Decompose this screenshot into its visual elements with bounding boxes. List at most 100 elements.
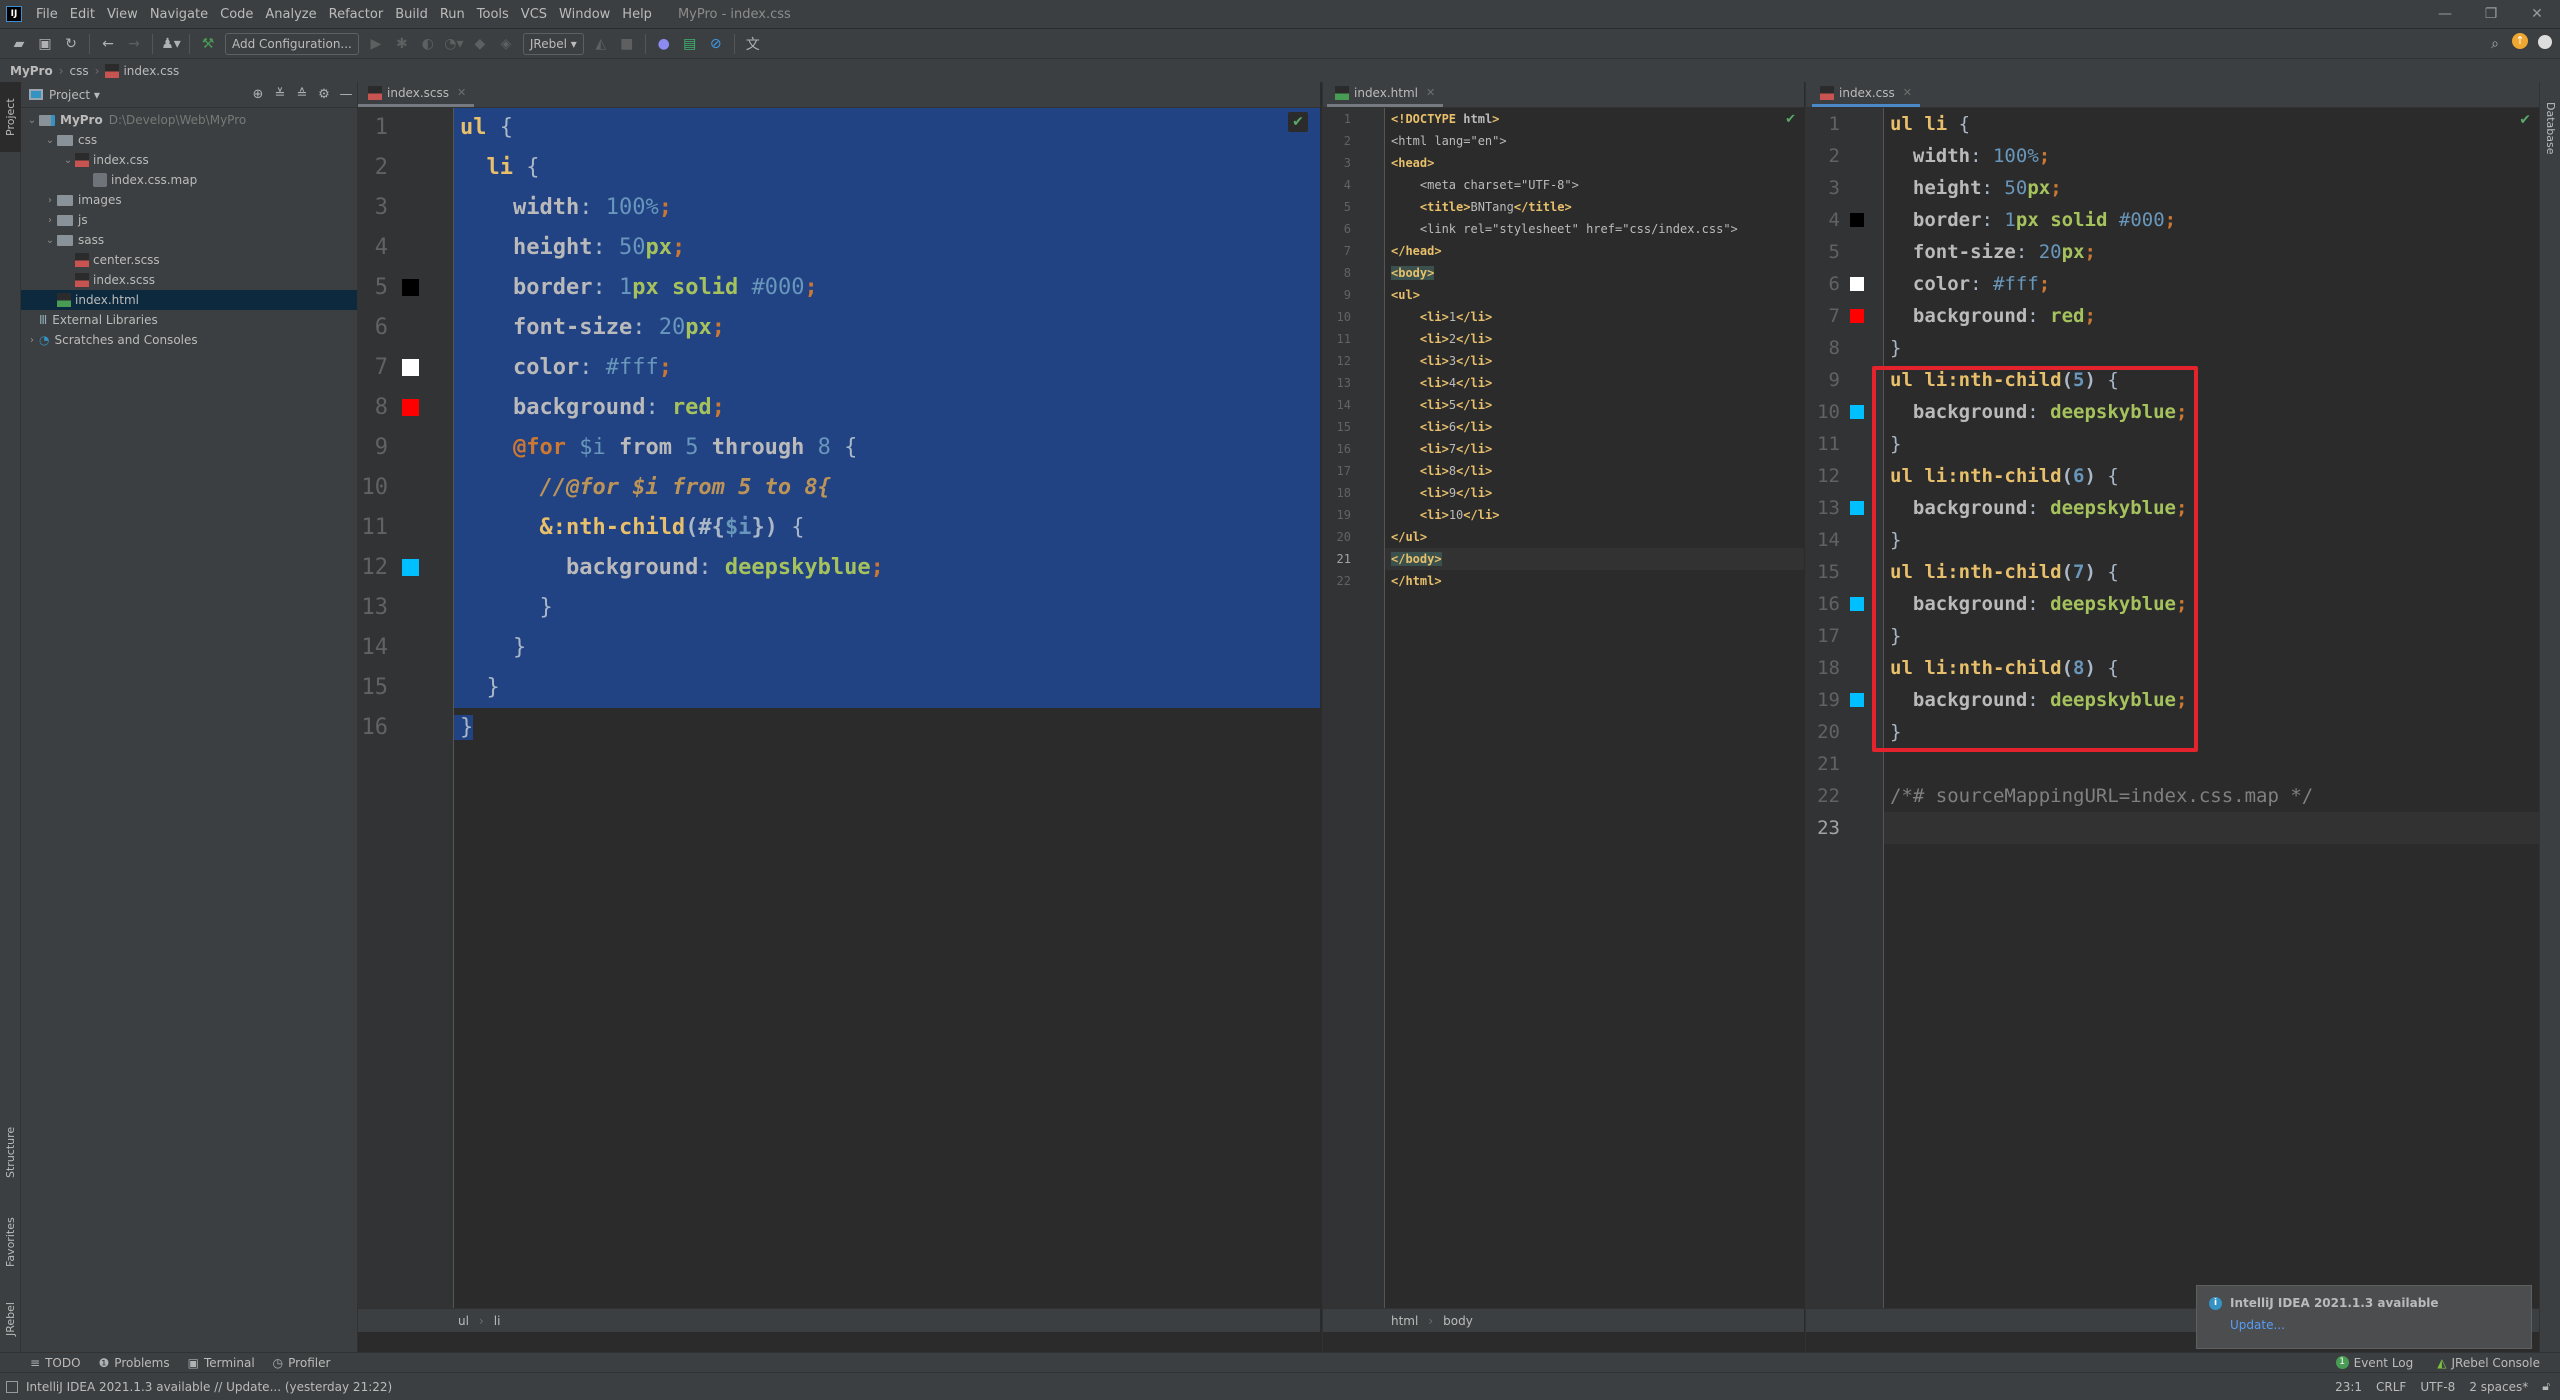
toggle-tool-windows-icon[interactable]	[6, 1380, 18, 1393]
breadcrumb-folder[interactable]: css	[70, 64, 89, 78]
color-swatch-icon[interactable]	[1850, 693, 1864, 707]
menu-view[interactable]: View	[101, 7, 144, 22]
add-configuration-button[interactable]: Add Configuration...	[225, 32, 359, 55]
color-swatch-icon[interactable]	[1850, 501, 1864, 515]
profile-icon[interactable]: ◔▾	[443, 33, 465, 55]
tree-item[interactable]: ⌄ index.css	[21, 150, 357, 170]
caret-position[interactable]: 23:1	[2335, 1380, 2362, 1394]
update-icon[interactable]: ↑	[2512, 33, 2528, 49]
menu-help[interactable]: Help	[616, 7, 658, 22]
eclipse-icon[interactable]: ●	[653, 33, 675, 55]
menu-edit[interactable]: Edit	[64, 7, 101, 22]
color-swatch-icon[interactable]	[402, 559, 419, 576]
tree-item[interactable]: index.css.map	[21, 170, 357, 190]
crumb-ul[interactable]: ul	[458, 1314, 469, 1328]
close-tab-icon[interactable]: ✕	[1426, 86, 1435, 99]
favorites-tool-tab[interactable]: Favorites	[0, 1202, 21, 1282]
jrebel-tool-tab[interactable]: JRebel	[0, 1287, 21, 1352]
jrebel-console-tab[interactable]: JRebel Console	[2451, 1356, 2540, 1370]
run-icon[interactable]: ▶	[365, 33, 387, 55]
color-swatch-icon[interactable]	[402, 359, 419, 376]
menu-tools[interactable]: Tools	[471, 7, 515, 22]
menu-analyze[interactable]: Analyze	[259, 7, 322, 22]
hide-icon[interactable]: —	[335, 87, 357, 102]
css-code-area[interactable]: 1 ul li {2 width: 100%; 3 height: 50px; 4 b…	[1817, 108, 2539, 1308]
tool-tab-problems[interactable]: ❶ Problems	[99, 1356, 170, 1370]
color-swatch-icon[interactable]	[1850, 597, 1864, 611]
jrebel-debug-icon[interactable]: ◈	[495, 33, 517, 55]
save-icon[interactable]: ▣	[34, 33, 56, 55]
tree-item[interactable]: › ◔ Scratches and Consoles	[21, 330, 357, 350]
tree-item[interactable]: center.scss	[21, 250, 357, 270]
indent-setting[interactable]: 2 spaces*	[2469, 1380, 2528, 1394]
jrebel-run-icon[interactable]: ◆	[469, 33, 491, 55]
restore-button[interactable]: ❐	[2468, 0, 2514, 28]
tree-item[interactable]: › images	[21, 190, 357, 210]
tab-index-html[interactable]: index.html ✕	[1327, 81, 1444, 107]
color-swatch-icon[interactable]	[402, 279, 419, 296]
database-tool-tab[interactable]: Database	[2540, 88, 2560, 168]
status-message[interactable]: IntelliJ IDEA 2021.1.3 available // Upda…	[26, 1380, 392, 1394]
menu-build[interactable]: Build	[389, 7, 434, 22]
user-icon[interactable]: ♟▾	[160, 33, 182, 55]
tree-item[interactable]: ⌄ MyPro D:\Develop\Web\MyPro	[21, 110, 357, 130]
tool-tab-profiler[interactable]: ◷ Profiler	[273, 1356, 331, 1370]
jrebel-rocket-icon[interactable]: ◭	[590, 33, 612, 55]
tree-item[interactable]: ⌄ css	[21, 130, 357, 150]
chevron-down-icon[interactable]: ⌄	[61, 155, 75, 166]
expand-all-icon[interactable]: ≚	[269, 87, 291, 102]
inspection-ok-icon[interactable]: ✔	[1785, 112, 1796, 127]
event-log-tab[interactable]: Event Log	[2354, 1356, 2414, 1370]
sync-icon[interactable]: ↻	[60, 33, 82, 55]
tool-tab-terminal[interactable]: ▣ Terminal	[188, 1356, 255, 1370]
tree-item[interactable]: index.scss	[21, 270, 357, 290]
chevron-down-icon[interactable]: ⌄	[43, 135, 57, 146]
menu-window[interactable]: Window	[553, 7, 616, 22]
tree-item[interactable]: index.html	[21, 290, 357, 310]
inspection-ok-icon[interactable]: ✔	[1288, 112, 1308, 132]
menu-code[interactable]: Code	[214, 7, 259, 22]
update-link[interactable]: Update...	[2230, 1318, 2519, 1332]
lock-icon[interactable]: 🔓︎	[2542, 1379, 2550, 1394]
close-tab-icon[interactable]: ✕	[457, 86, 466, 99]
search-icon[interactable]: ⌕	[2484, 33, 2506, 55]
block-icon[interactable]: ⊘	[705, 33, 727, 55]
minimize-button[interactable]: —	[2422, 0, 2468, 28]
menu-navigate[interactable]: Navigate	[144, 7, 214, 22]
menu-run[interactable]: Run	[434, 7, 471, 22]
translate-icon[interactable]: 文	[742, 33, 764, 55]
chevron-right-icon[interactable]: ›	[43, 195, 57, 206]
html-code-area[interactable]: 1 <!DOCTYPE html> 2 <html lang="en"> 3 <head>…	[1337, 108, 1804, 1308]
crumb-html[interactable]: html	[1391, 1314, 1418, 1328]
back-arrow-icon[interactable]: ←	[97, 33, 119, 55]
line-separator[interactable]: CRLF	[2376, 1380, 2406, 1394]
crumb-body[interactable]: body	[1443, 1314, 1473, 1328]
breadcrumb-file[interactable]: index.css	[123, 64, 179, 78]
color-swatch-icon[interactable]	[1850, 405, 1864, 419]
close-button[interactable]: ✕	[2514, 0, 2560, 28]
collapse-all-icon[interactable]: ≙	[291, 87, 313, 102]
color-swatch-icon[interactable]	[1850, 277, 1864, 291]
debug-icon[interactable]: ✱	[391, 33, 413, 55]
chevron-right-icon[interactable]: ›	[25, 335, 39, 346]
monitor-icon[interactable]: ▤	[679, 33, 701, 55]
tree-item[interactable]: › js	[21, 210, 357, 230]
menu-file[interactable]: File	[30, 7, 64, 22]
forward-arrow-icon[interactable]: →	[123, 33, 145, 55]
jrebel-select[interactable]: JRebel ▾	[522, 32, 584, 55]
locate-icon[interactable]: ⊕	[247, 87, 269, 102]
close-tab-icon[interactable]: ✕	[1903, 86, 1912, 99]
tree-item[interactable]: Ⅲ External Libraries	[21, 310, 357, 330]
stop-icon[interactable]: ■	[616, 33, 638, 55]
color-swatch-icon[interactable]	[1850, 309, 1864, 323]
tree-item[interactable]: ⌄ sass	[21, 230, 357, 250]
menu-refactor[interactable]: Refactor	[323, 7, 390, 22]
chevron-down-icon[interactable]: ⌄	[43, 235, 57, 246]
structure-tool-tab[interactable]: Structure	[0, 1112, 21, 1192]
menu-vcs[interactable]: VCS	[515, 7, 553, 22]
tool-tab-todo[interactable]: ≡ TODO	[30, 1356, 81, 1370]
scss-code-area[interactable]: 1 ul {2 li {3 width: 100%; 4 height: 50px;…	[362, 108, 1320, 1308]
color-swatch-icon[interactable]	[1850, 213, 1864, 227]
project-tool-tab[interactable]: Project	[0, 82, 21, 152]
tab-index-scss[interactable]: index.scss ✕	[358, 81, 475, 107]
